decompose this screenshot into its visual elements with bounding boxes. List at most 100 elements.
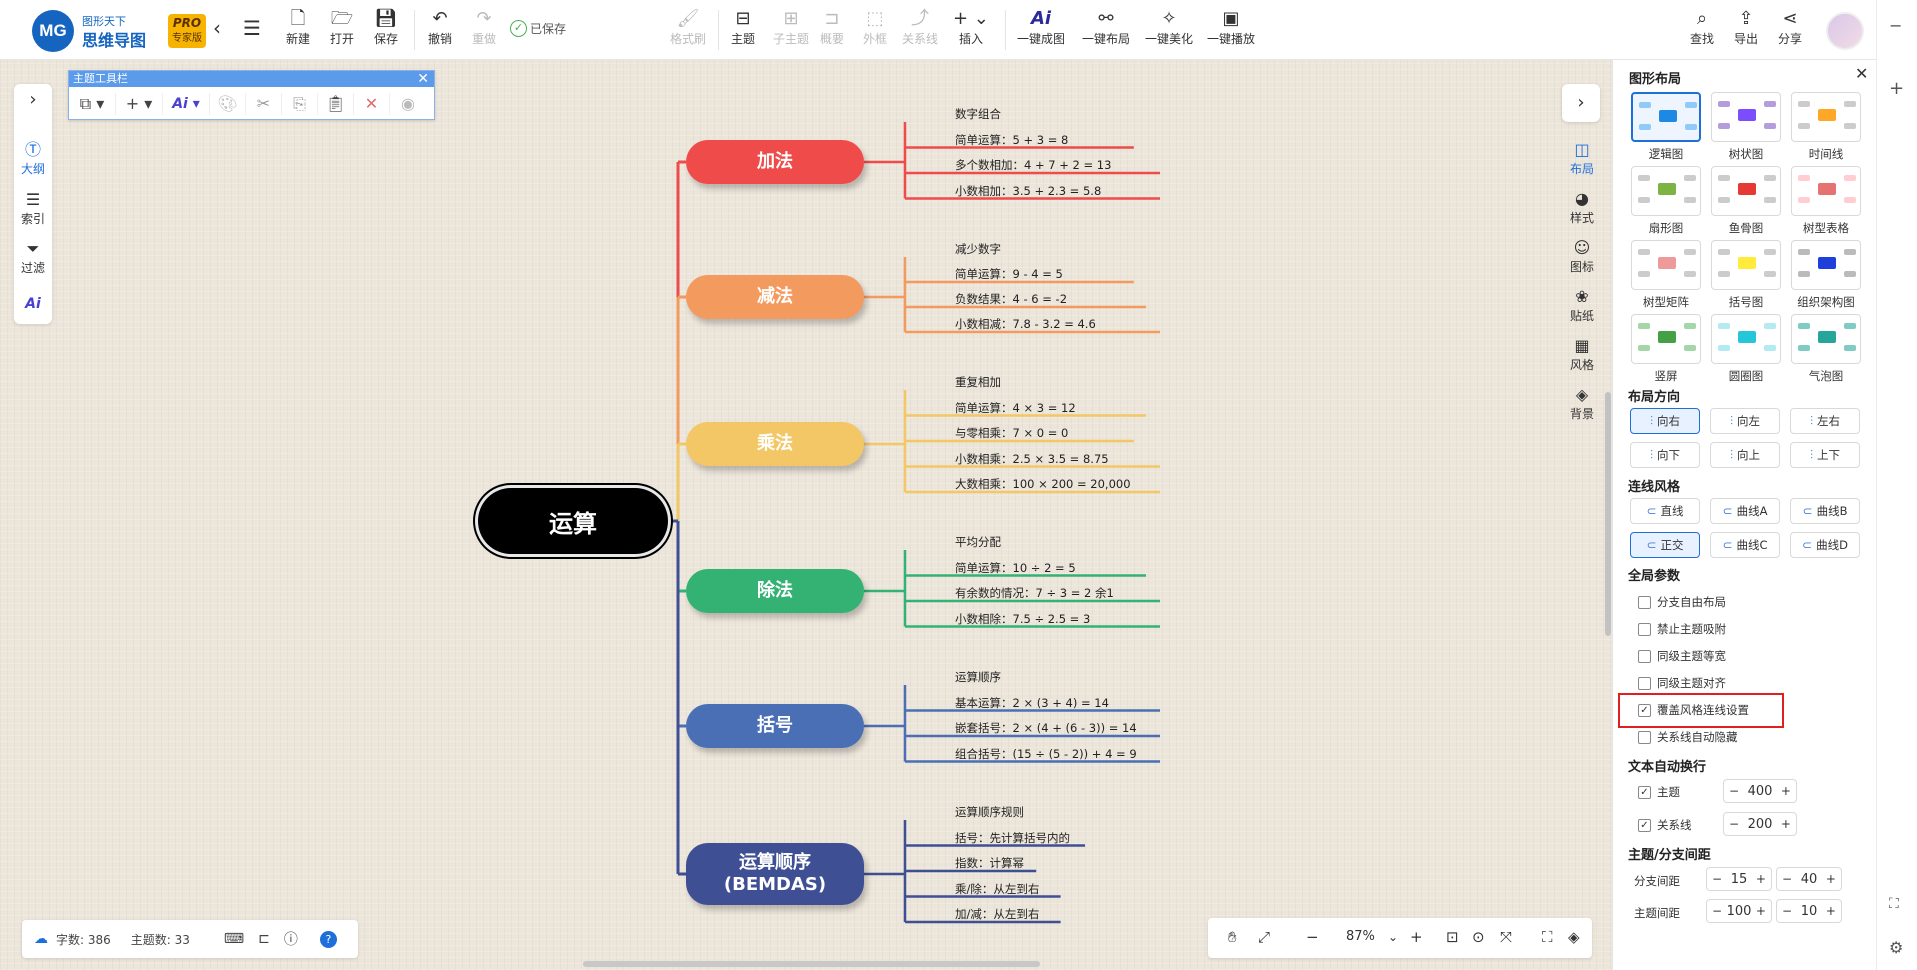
- wrap-topic-stepper[interactable]: −400 +: [1723, 779, 1797, 803]
- leaf-topic[interactable]: 简单运算：5 + 3 = 8: [955, 132, 1068, 148]
- left-expand-icon[interactable]: ›: [14, 84, 52, 116]
- plus-icon[interactable]: +: [1826, 872, 1836, 886]
- filter-tab[interactable]: ⏷ 过滤: [14, 239, 52, 276]
- branch-topic[interactable]: 运算顺序 (BEMDAS): [686, 843, 864, 905]
- leaf-header[interactable]: 平均分配: [955, 534, 1001, 550]
- style-tab[interactable]: ◕ 样式: [1562, 189, 1602, 226]
- layout-option[interactable]: 时间线: [1791, 92, 1861, 162]
- close-icon[interactable]: ✕: [417, 71, 429, 87]
- topic-spacing-stepper-a[interactable]: −100 +: [1706, 899, 1772, 923]
- leaf-topic[interactable]: 多个数相加：4 + 7 + 2 = 13: [955, 157, 1111, 173]
- minus-icon[interactable]: −: [1729, 784, 1739, 798]
- minus-icon[interactable]: −: [1729, 817, 1739, 831]
- info-icon[interactable]: ⓘ: [284, 929, 298, 949]
- branch-spacing-stepper-a[interactable]: −15 +: [1706, 867, 1772, 891]
- direction-button[interactable]: ⫶ 向下: [1630, 442, 1700, 468]
- minus-icon[interactable]: −: [1712, 872, 1722, 886]
- direction-button[interactable]: ⫶ 上下: [1790, 442, 1860, 468]
- leaf-topic[interactable]: 基本运算：2 × (3 + 4) = 14: [955, 695, 1109, 711]
- leaf-header[interactable]: 运算顺序: [955, 669, 1001, 685]
- index-tab[interactable]: ☰ 索引: [14, 190, 52, 227]
- minus-icon[interactable]: −: [1782, 872, 1792, 886]
- delete-icon[interactable]: ✕: [354, 92, 390, 115]
- leaf-topic[interactable]: 大数相乘：100 × 200 = 20,000: [955, 476, 1131, 492]
- layout-option[interactable]: 圆圈图: [1711, 314, 1781, 384]
- global-option-checkbox[interactable]: 同级主题等宽: [1638, 648, 1726, 664]
- layout-option[interactable]: 组织架构图: [1791, 240, 1861, 310]
- wrap-topic-checkbox[interactable]: ✓ 主题: [1638, 784, 1680, 800]
- branch-topic[interactable]: 括号: [686, 704, 864, 748]
- branch-spacing-b-value[interactable]: 40: [1801, 872, 1818, 887]
- map-icon[interactable]: ⛶: [1542, 928, 1553, 946]
- close-icon[interactable]: ✕: [1855, 64, 1868, 83]
- background-tab[interactable]: ◈ 背景: [1562, 385, 1602, 422]
- layout-option[interactable]: 鱼骨图: [1711, 166, 1781, 236]
- settings-gear-icon[interactable]: ⚙: [1889, 938, 1903, 957]
- horizontal-scrollbar[interactable]: [583, 961, 1040, 967]
- topic-spacing-b-value[interactable]: 10: [1801, 904, 1818, 919]
- branch-spacing-stepper-b[interactable]: −40 +: [1776, 867, 1842, 891]
- copy-icon[interactable]: ⎘: [282, 92, 318, 115]
- chevron-down-icon[interactable]: ⌄: [1388, 930, 1398, 944]
- minus-icon[interactable]: −: [1782, 904, 1792, 918]
- outline-tab[interactable]: Ⓣ 大纲: [14, 140, 52, 177]
- add-topic-dropdown-icon[interactable]: ⧉ ▾: [69, 92, 116, 115]
- theme-tab[interactable]: ▦ 风格: [1562, 336, 1602, 373]
- branch-spacing-a-value[interactable]: 15: [1731, 872, 1748, 887]
- share-button[interactable]: ⋖ 分享: [1778, 8, 1802, 47]
- leaf-topic[interactable]: 小数相加：3.5 + 2.3 = 5.8: [955, 183, 1101, 199]
- global-option-checkbox[interactable]: 同级主题对齐: [1638, 675, 1726, 691]
- leaf-topic[interactable]: 有余数的情况：7 ÷ 3 = 2 余1: [955, 585, 1114, 601]
- leaf-topic[interactable]: 简单运算：4 × 3 = 12: [955, 400, 1076, 416]
- topic-spacing-a-value[interactable]: 100: [1727, 904, 1752, 919]
- layout-option[interactable]: 树状图: [1711, 92, 1781, 162]
- layout-option[interactable]: 扇形图: [1631, 166, 1701, 236]
- sticker-tab[interactable]: ❀ 贴纸: [1562, 287, 1602, 324]
- layers-icon[interactable]: ◈: [1568, 928, 1580, 946]
- insert-dropdown-icon[interactable]: + ▾: [116, 92, 163, 115]
- leaf-topic[interactable]: 括号：先计算括号内的: [955, 830, 1070, 846]
- line-style-button[interactable]: ⊂ 曲线C: [1710, 532, 1780, 558]
- wrap-relation-value[interactable]: 200: [1748, 817, 1773, 832]
- minus-icon[interactable]: −: [1712, 904, 1722, 918]
- layout-option[interactable]: 括号图: [1711, 240, 1781, 310]
- line-style-button[interactable]: ⊂ 曲线D: [1790, 532, 1860, 558]
- root-topic[interactable]: 运算: [478, 488, 668, 554]
- plus-icon[interactable]: +: [1781, 784, 1791, 798]
- zoom-in-icon[interactable]: +: [1410, 928, 1423, 946]
- avatar[interactable]: [1826, 12, 1864, 50]
- line-style-button[interactable]: ⊂ 正交: [1630, 532, 1700, 558]
- leaf-topic[interactable]: 小数相减：7.8 - 3.2 = 4.6: [955, 316, 1096, 332]
- leaf-header[interactable]: 数字组合: [955, 106, 1001, 122]
- leaf-header[interactable]: 运算顺序规则: [955, 804, 1024, 820]
- leaf-header[interactable]: 减少数字: [955, 241, 1001, 257]
- center-icon[interactable]: ⊙: [1472, 928, 1485, 946]
- global-option-checkbox[interactable]: 分支自由布局: [1638, 594, 1726, 610]
- minimize-icon[interactable]: −: [1889, 16, 1902, 35]
- plus-icon[interactable]: +: [1781, 817, 1791, 831]
- plus-icon[interactable]: +: [1756, 872, 1766, 886]
- direction-button[interactable]: ⫶ 向左: [1710, 408, 1780, 434]
- topic-toolbar-header[interactable]: 主题工具栏 ✕: [69, 71, 434, 87]
- ai-tab[interactable]: Ai: [14, 294, 52, 314]
- leaf-header[interactable]: 重复相加: [955, 374, 1001, 390]
- layout-option[interactable]: 树型矩阵: [1631, 240, 1701, 310]
- wrap-relation-checkbox[interactable]: ✓ 关系线: [1638, 817, 1692, 833]
- direction-button[interactable]: ⫶ 向上: [1710, 442, 1780, 468]
- wrap-relation-stepper[interactable]: −200 +: [1723, 812, 1797, 836]
- right-expand-icon[interactable]: ›: [1562, 84, 1600, 122]
- fullscreen-icon[interactable]: ⤧: [1500, 928, 1512, 946]
- line-style-button[interactable]: ⊂ 曲线A: [1710, 498, 1780, 524]
- branch-topic[interactable]: 除法: [686, 569, 864, 613]
- layout-option[interactable]: 竖屏: [1631, 314, 1701, 384]
- layout-option[interactable]: 气泡图: [1791, 314, 1861, 384]
- leaf-topic[interactable]: 加/减：从左到右: [955, 906, 1039, 922]
- hand-icon[interactable]: ✋︎: [1228, 928, 1237, 946]
- leaf-topic[interactable]: 简单运算：10 ÷ 2 = 5: [955, 560, 1076, 576]
- wrap-topic-value[interactable]: 400: [1748, 784, 1773, 799]
- leaf-topic[interactable]: 简单运算：9 - 4 = 5: [955, 266, 1063, 282]
- outline-view-icon[interactable]: ⊏: [258, 931, 270, 947]
- layout-option[interactable]: 树型表格: [1791, 166, 1861, 236]
- zoom-level[interactable]: 87%: [1346, 929, 1375, 944]
- branch-topic[interactable]: 乘法: [686, 422, 864, 466]
